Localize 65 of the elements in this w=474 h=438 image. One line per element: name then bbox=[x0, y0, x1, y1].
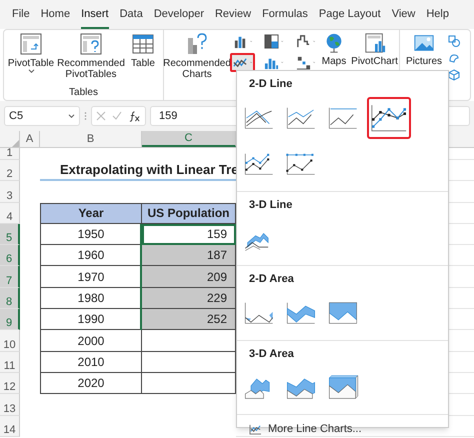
recommended-pivot-icon bbox=[79, 32, 103, 56]
shapes-icon[interactable] bbox=[448, 35, 460, 47]
picture-icon bbox=[412, 32, 436, 54]
ribbon-tab[interactable]: Review bbox=[214, 6, 252, 29]
menu-section-title: 3-D Line bbox=[248, 198, 294, 212]
treemap-icon bbox=[264, 34, 280, 49]
line-chart-icon bbox=[249, 424, 262, 435]
row-header[interactable]: 13 bbox=[0, 394, 20, 416]
table-cell: 2010 bbox=[40, 352, 142, 373]
table-cell: 229 bbox=[142, 288, 236, 310]
table-icon bbox=[131, 32, 155, 56]
ribbon-tab[interactable]: Help bbox=[426, 6, 449, 29]
row-header[interactable]: 8 bbox=[0, 288, 20, 310]
menu-section-title: 3-D Area bbox=[248, 346, 295, 362]
ribbon-tab[interactable]: Data bbox=[120, 6, 143, 29]
ribbon-tab[interactable]: File bbox=[12, 6, 30, 29]
more-icon bbox=[84, 111, 87, 121]
ribbon-button[interactable]: Recommended PivotTables bbox=[58, 32, 124, 80]
caret-icon bbox=[68, 114, 75, 118]
chart-type-button[interactable] bbox=[230, 53, 256, 72]
column-header[interactable]: A bbox=[20, 131, 40, 147]
row-header[interactable]: 6 bbox=[0, 245, 20, 266]
ribbon-tab[interactable]: View bbox=[392, 6, 416, 29]
row-header[interactable]: 12 bbox=[0, 372, 20, 394]
table-header: US Population bbox=[142, 202, 236, 224]
table-cell: 159 bbox=[142, 224, 236, 246]
ribbon-button[interactable]: PivotTable bbox=[6, 32, 56, 80]
row-header[interactable]: 9 bbox=[0, 309, 20, 330]
function-icon[interactable] bbox=[128, 110, 141, 122]
menu-section-title: 2-D Area bbox=[248, 272, 295, 287]
table-header: Year bbox=[40, 202, 142, 224]
row-header[interactable]: 3 bbox=[0, 181, 20, 203]
ribbon-tab[interactable]: Home bbox=[40, 6, 70, 29]
row-header[interactable]: 10 bbox=[0, 330, 20, 352]
chart-question-icon bbox=[185, 32, 209, 56]
ribbon-tab[interactable]: Page Layout bbox=[318, 6, 381, 29]
ribbon-button[interactable]: Recommended Charts bbox=[164, 30, 230, 100]
row-header[interactable]: 5 bbox=[0, 224, 20, 246]
row-header[interactable]: 1 bbox=[0, 148, 20, 160]
table-cell: 209 bbox=[142, 266, 236, 288]
pivot-table-icon bbox=[19, 32, 43, 56]
row-header[interactable]: 7 bbox=[0, 266, 20, 288]
more-charts-link[interactable]: More Line Charts... bbox=[237, 415, 448, 438]
table-cell: 2000 bbox=[40, 330, 142, 352]
row-header[interactable]: 11 bbox=[0, 352, 20, 373]
scatter-chart-icon bbox=[296, 55, 311, 70]
group-label: Tables bbox=[69, 87, 98, 98]
chart-thumbnail[interactable] bbox=[367, 96, 411, 138]
row-header[interactable]: 14 bbox=[0, 416, 20, 437]
icons-icon[interactable] bbox=[448, 52, 460, 64]
table-cell: 187 bbox=[142, 245, 236, 266]
table-cell: 2020 bbox=[40, 372, 142, 394]
name-box[interactable]: C5 bbox=[4, 106, 80, 126]
ribbon-button[interactable]: Table bbox=[126, 32, 160, 80]
pivot-chart-icon bbox=[364, 32, 386, 54]
step-chart-icon bbox=[296, 34, 311, 49]
column-header[interactable]: C bbox=[142, 131, 236, 147]
cube-icon[interactable] bbox=[448, 69, 460, 81]
table-cell: 252 bbox=[142, 309, 236, 330]
column-chart-icon bbox=[233, 34, 248, 49]
ribbon-tab[interactable]: Developer bbox=[154, 6, 204, 29]
menu-section-title: 2-D Line bbox=[248, 77, 294, 92]
ribbon-tab[interactable]: Formulas bbox=[262, 6, 308, 29]
row-header[interactable]: 4 bbox=[0, 202, 20, 224]
row-header[interactable]: 2 bbox=[0, 160, 20, 182]
